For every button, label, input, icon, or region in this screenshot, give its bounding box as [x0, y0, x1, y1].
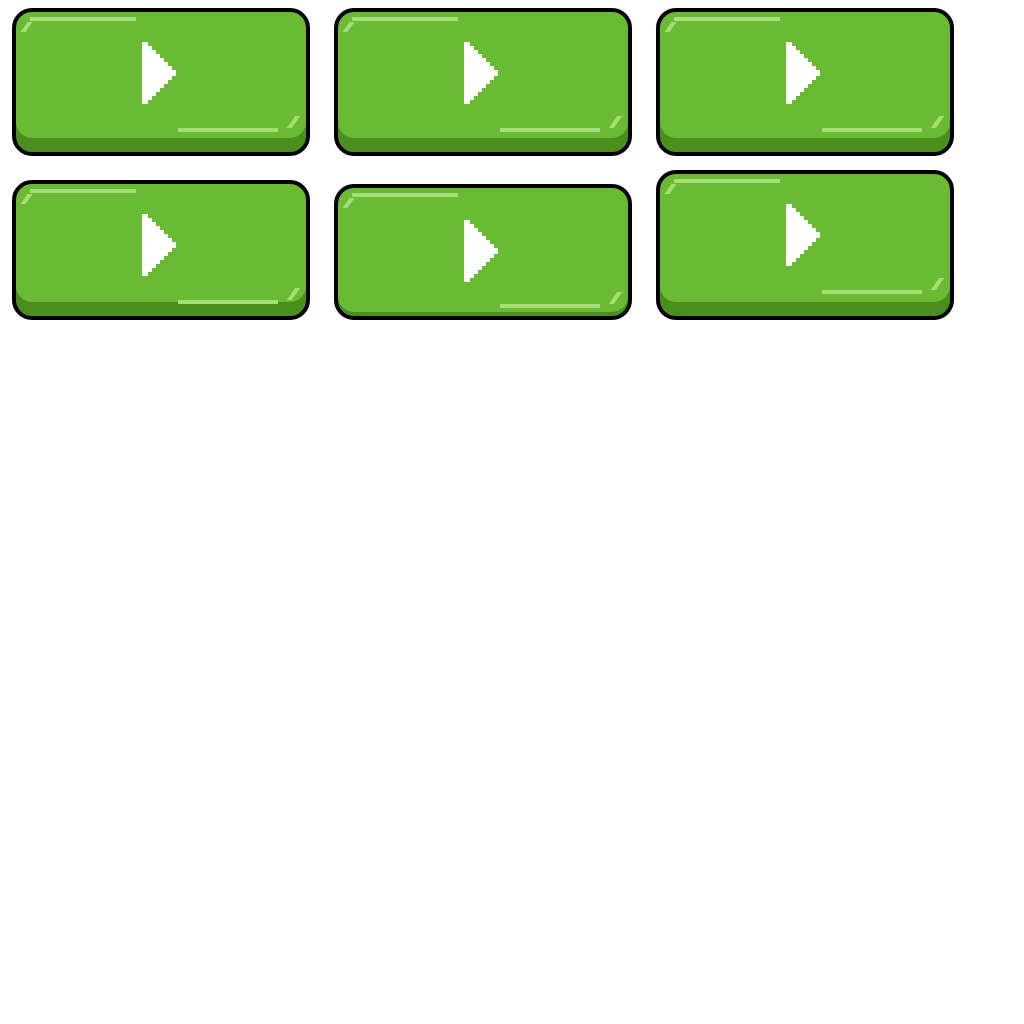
shine-highlight: [352, 17, 458, 21]
play-button-4[interactable]: [12, 180, 310, 320]
shine-highlight: [286, 288, 301, 300]
shine-highlight: [500, 128, 600, 132]
sprite-sheet: [0, 0, 1024, 1024]
shine-highlight: [178, 300, 278, 304]
play-button-3[interactable]: [656, 8, 954, 156]
shine-highlight: [500, 304, 600, 308]
shine-highlight: [608, 292, 623, 304]
play-icon: [142, 42, 180, 104]
play-icon: [464, 220, 502, 282]
play-icon: [464, 42, 502, 104]
shine-highlight: [608, 116, 623, 128]
shine-highlight: [342, 198, 355, 208]
play-icon: [786, 204, 824, 266]
shine-highlight: [930, 116, 945, 128]
shine-highlight: [822, 290, 922, 294]
play-icon: [142, 214, 180, 276]
shine-highlight: [30, 189, 136, 193]
shine-highlight: [20, 194, 33, 204]
shine-highlight: [674, 179, 780, 183]
shine-highlight: [342, 22, 355, 32]
shine-highlight: [674, 17, 780, 21]
shine-highlight: [664, 22, 677, 32]
shine-highlight: [664, 184, 677, 194]
shine-highlight: [286, 116, 301, 128]
shine-highlight: [20, 22, 33, 32]
shine-highlight: [178, 128, 278, 132]
play-button-6[interactable]: [656, 170, 954, 320]
shine-highlight: [930, 278, 945, 290]
play-button-2[interactable]: [334, 8, 632, 156]
shine-highlight: [352, 193, 458, 197]
shine-highlight: [822, 128, 922, 132]
play-button-1[interactable]: [12, 8, 310, 156]
play-icon: [786, 42, 824, 104]
play-button-5[interactable]: [334, 184, 632, 320]
shine-highlight: [30, 17, 136, 21]
